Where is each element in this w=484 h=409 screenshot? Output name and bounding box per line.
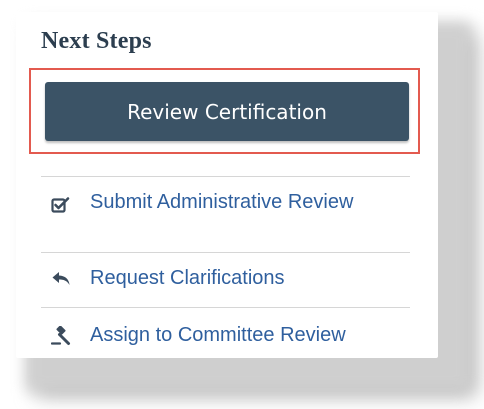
panel-title: Next Steps: [41, 28, 152, 54]
step-assign-committee-review[interactable]: Assign to Committee Review: [41, 307, 410, 360]
review-certification-button[interactable]: Review Certification: [45, 82, 409, 141]
reply-arrow-icon: [51, 269, 71, 289]
next-steps-panel: Next Steps Review Certification Submit A…: [16, 12, 438, 358]
step-label[interactable]: Submit Administrative Review: [90, 189, 390, 215]
checkbox-edit-icon: [51, 195, 71, 215]
step-submit-administrative-review[interactable]: Submit Administrative Review: [41, 176, 410, 257]
gavel-icon: [50, 325, 71, 346]
screenshot-stage: Next Steps Review Certification Submit A…: [0, 0, 484, 409]
step-label[interactable]: Assign to Committee Review: [90, 322, 346, 348]
step-request-clarifications[interactable]: Request Clarifications: [41, 252, 410, 309]
step-label[interactable]: Request Clarifications: [90, 265, 285, 291]
